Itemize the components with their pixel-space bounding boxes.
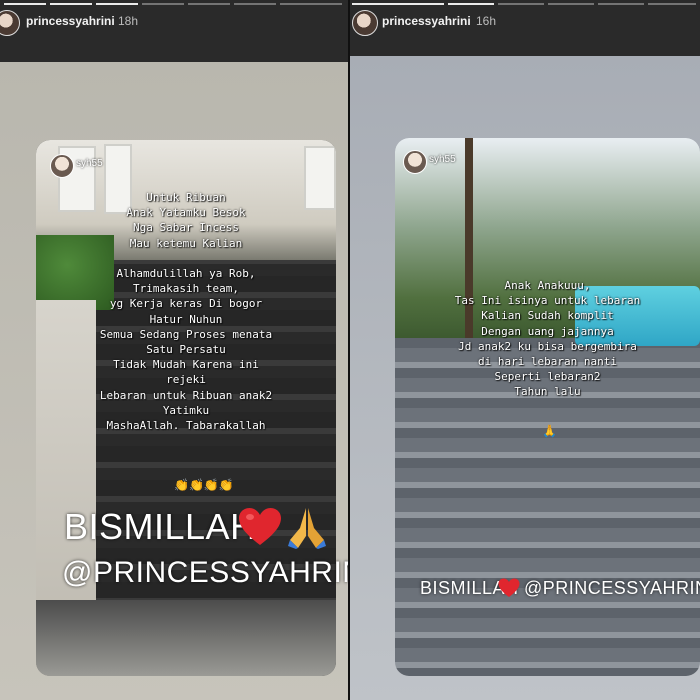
avatar[interactable]: [0, 10, 20, 36]
clapping-hands-emoji: 👏👏👏👏: [174, 478, 234, 492]
repost-avatar: [403, 150, 427, 174]
story-username[interactable]: princessyahrini: [26, 14, 115, 28]
story-timestamp: 16h: [476, 14, 497, 28]
story-progress-segment: [96, 3, 138, 5]
story-progress-segment: [4, 3, 46, 5]
story-progress-segment: [498, 3, 544, 5]
story-progress-segment: [548, 3, 594, 5]
story-progress-segment: [50, 3, 92, 5]
story-username[interactable]: princessyahrini: [382, 14, 471, 28]
repost-username: syh55: [429, 154, 456, 165]
story-caption-text: Untuk Ribuan Anak Yatamku Besok Nga Saba…: [99, 191, 273, 433]
handle-text: @PRINCESSYAHRINI: [62, 556, 348, 589]
story-progress-segment: [188, 3, 230, 5]
right-story-panel[interactable]: princessyahrini 16h syh55 Anak Anakuuu, …: [350, 0, 700, 700]
left-story-panel[interactable]: princessyahrini 18h syh55 Untuk Ribuan A…: [0, 0, 348, 700]
story-progress-segment: [352, 3, 444, 5]
bismillah-text: BISMILLAH: [64, 506, 257, 547]
ground: [36, 600, 336, 676]
pray-hands-icon: [288, 508, 326, 549]
left-story-header: princessyahrini 18h: [0, 0, 348, 60]
story-progress-segment: [598, 3, 644, 5]
story-caption-text: Anak Anakuuu, Tas Ini isinya untuk lebar…: [454, 279, 641, 399]
avatar[interactable]: [352, 10, 378, 36]
story-progress-segment: [648, 3, 696, 5]
pray-hands-emoji: 🙏: [542, 424, 557, 438]
heart-icon: [239, 508, 281, 545]
repost-avatar: [50, 154, 74, 178]
repost-username: syh55: [76, 158, 103, 169]
right-story-header: princessyahrini 16h: [350, 0, 700, 60]
handle-text: @PRINCESSYAHRINI: [524, 578, 700, 598]
heart-icon: [498, 578, 520, 597]
story-progress-segment: [234, 3, 276, 5]
story-progress-segment: [280, 3, 342, 5]
story-progress-segment: [448, 3, 494, 5]
story-progress-segment: [142, 3, 184, 5]
story-timestamp: 18h: [118, 14, 139, 28]
